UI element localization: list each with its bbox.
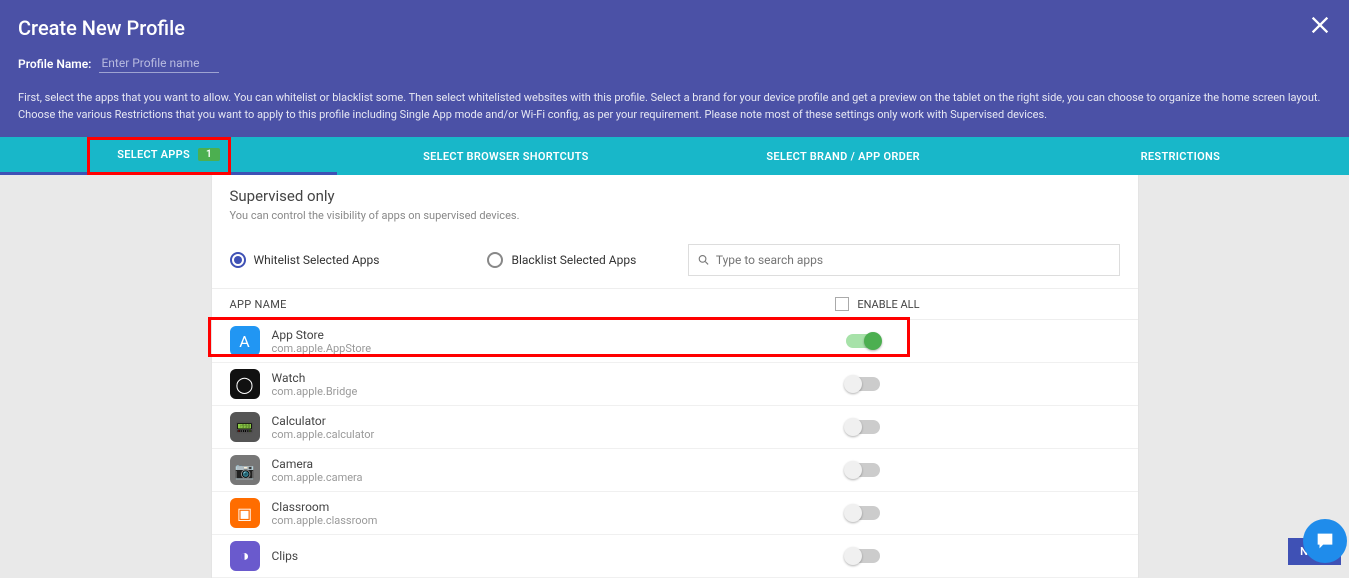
app-text: Classroomcom.apple.classroom xyxy=(272,500,378,527)
panel-title: Supervised only xyxy=(230,187,1120,205)
toggle-knob xyxy=(844,418,862,436)
panel-subtitle: You can control the visibility of apps o… xyxy=(230,209,1120,222)
app-text: Cameracom.apple.camera xyxy=(272,457,363,484)
close-icon xyxy=(1309,14,1331,36)
toggle-cell xyxy=(846,549,880,563)
tab-bar: SELECT APPS 1 SELECT BROWSER SHORTCUTS S… xyxy=(0,137,1349,175)
app-text: App Storecom.apple.AppStore xyxy=(272,328,372,355)
app-icon: ◑ xyxy=(230,541,260,571)
header: Create New Profile Profile Name: First, … xyxy=(0,0,1349,137)
app-icon: 📷 xyxy=(230,455,260,485)
app-toggle[interactable] xyxy=(846,506,880,520)
table-row: 📟 Calculatorcom.apple.calculator xyxy=(212,406,1138,449)
chat-icon xyxy=(1314,530,1336,552)
toggle-cell xyxy=(846,420,880,434)
header-description: First, select the apps that you want to … xyxy=(18,89,1331,123)
chat-widget[interactable] xyxy=(1303,519,1347,563)
content: Supervised only You can control the visi… xyxy=(0,175,1349,578)
table-row: ▣ Classroomcom.apple.classroom xyxy=(212,492,1138,535)
tab-brand-order[interactable]: SELECT BRAND / APP ORDER xyxy=(675,137,1012,175)
app-package: com.apple.calculator xyxy=(272,428,375,441)
radio-whitelist[interactable]: Whitelist Selected Apps xyxy=(230,252,380,268)
search-input[interactable] xyxy=(716,253,1111,267)
app-list: AApp Storecom.apple.AppStore◯Watchcom.ap… xyxy=(212,320,1138,578)
toggle-knob xyxy=(844,375,862,393)
app-name: Camera xyxy=(272,457,363,471)
search-box[interactable] xyxy=(688,244,1120,276)
app-text: Calculatorcom.apple.calculator xyxy=(272,414,375,441)
enable-all-label: ENABLE ALL xyxy=(857,298,919,311)
app-name: Calculator xyxy=(272,414,375,428)
app-toggle[interactable] xyxy=(846,463,880,477)
toggle-cell xyxy=(846,463,880,477)
app-name: Watch xyxy=(272,371,358,385)
radio-blacklist[interactable]: Blacklist Selected Apps xyxy=(487,252,636,268)
table-row: A App Storecom.apple.AppStore xyxy=(212,320,1138,363)
filter-row: Whitelist Selected Apps Blacklist Select… xyxy=(212,244,1138,288)
app-icon: 📟 xyxy=(230,412,260,442)
app-package: com.apple.AppStore xyxy=(272,342,372,355)
panel-header: Supervised only You can control the visi… xyxy=(212,175,1138,244)
app-package: com.apple.camera xyxy=(272,471,363,484)
tab-label: SELECT BRAND / APP ORDER xyxy=(766,150,920,163)
app-name: Clips xyxy=(272,549,299,563)
search-icon xyxy=(697,253,710,267)
app-icon: ◯ xyxy=(230,369,260,399)
th-app-name: APP NAME xyxy=(230,298,836,311)
profile-name-row: Profile Name: xyxy=(18,54,1331,73)
toggle-cell xyxy=(846,377,880,391)
tab-badge: 1 xyxy=(198,148,220,161)
app-name: Classroom xyxy=(272,500,378,514)
tab-label: SELECT BROWSER SHORTCUTS xyxy=(423,150,589,163)
toggle-knob xyxy=(864,332,882,350)
app-toggle[interactable] xyxy=(846,420,880,434)
radio-icon xyxy=(230,252,246,268)
app-toggle[interactable] xyxy=(846,334,880,348)
app-icon: ▣ xyxy=(230,498,260,528)
table-row: ◑ Clips xyxy=(212,535,1138,578)
page-title: Create New Profile xyxy=(18,16,1331,40)
profile-name-input[interactable] xyxy=(99,54,219,73)
toggle-cell xyxy=(846,334,880,348)
radio-icon xyxy=(487,252,503,268)
app-text: Watchcom.apple.Bridge xyxy=(272,371,358,398)
toggle-knob xyxy=(844,504,862,522)
enable-all-checkbox[interactable]: ENABLE ALL xyxy=(835,297,919,311)
app-toggle[interactable] xyxy=(846,377,880,391)
toggle-cell xyxy=(846,506,880,520)
profile-name-label: Profile Name: xyxy=(18,57,91,71)
tab-label: SELECT APPS xyxy=(117,148,190,161)
radio-label: Whitelist Selected Apps xyxy=(254,253,380,267)
app-package: com.apple.Bridge xyxy=(272,385,358,398)
tab-select-apps[interactable]: SELECT APPS 1 xyxy=(0,137,337,175)
tab-browser-shortcuts[interactable]: SELECT BROWSER SHORTCUTS xyxy=(337,137,674,175)
app-toggle[interactable] xyxy=(846,549,880,563)
app-package: com.apple.classroom xyxy=(272,514,378,527)
toggle-knob xyxy=(844,547,862,565)
checkbox-icon xyxy=(835,297,849,311)
table-row: ◯ Watchcom.apple.Bridge xyxy=(212,363,1138,406)
tab-restrictions[interactable]: RESTRICTIONS xyxy=(1012,137,1349,175)
toggle-knob xyxy=(844,461,862,479)
app-icon: A xyxy=(230,326,260,356)
close-button[interactable] xyxy=(1309,14,1331,40)
app-text: Clips xyxy=(272,549,299,563)
table-header: APP NAME ENABLE ALL xyxy=(212,288,1138,320)
app-name: App Store xyxy=(272,328,372,342)
tab-label: RESTRICTIONS xyxy=(1141,150,1220,163)
radio-label: Blacklist Selected Apps xyxy=(511,253,636,267)
apps-panel: Supervised only You can control the visi… xyxy=(211,175,1139,578)
table-row: 📷 Cameracom.apple.camera xyxy=(212,449,1138,492)
